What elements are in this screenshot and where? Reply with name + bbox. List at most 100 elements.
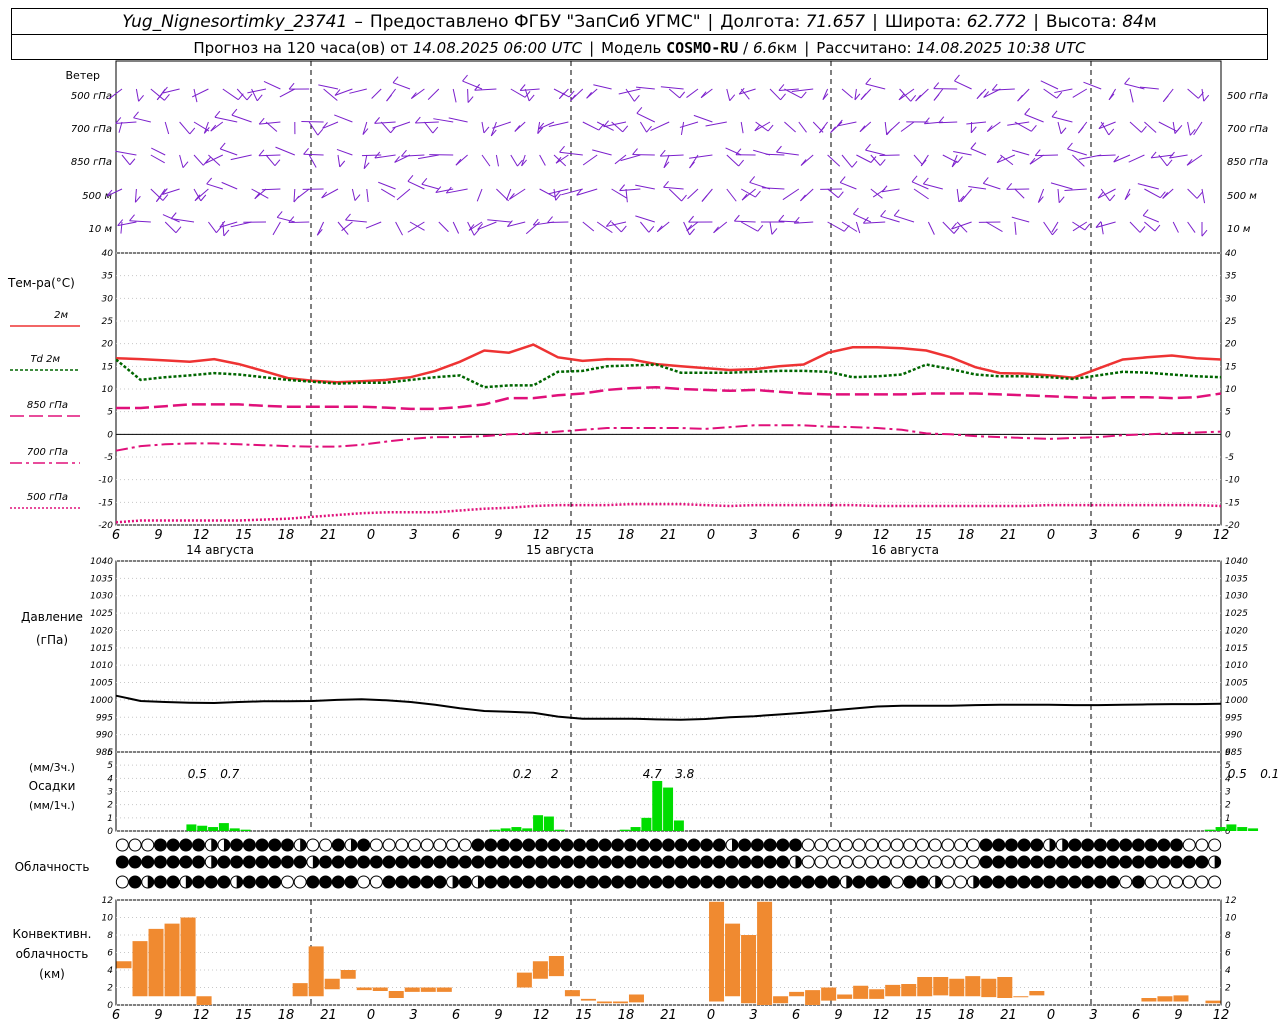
hour-tick-label: 6 [792,528,800,543]
cloud-cover-symbol [369,875,383,889]
temp-tick-label-left: -5 [104,453,113,463]
cloud-cover-symbol [1081,875,1095,889]
temp-series-line [115,358,1222,389]
wind-barb [636,112,656,123]
cloud-cover-symbol [242,838,256,852]
precip-bar [229,828,240,831]
wind-barb-feather [879,159,886,166]
cloud-cover-symbol [941,838,955,852]
cloud-cover-symbol [1068,855,1082,869]
wind-barb [1129,88,1134,103]
convective-bar [1013,996,1029,998]
cloud-cover-symbol [1182,838,1196,852]
precip-total-label: 0.7 [220,767,239,781]
wind-barb [992,88,1015,91]
convective-tick-label-left: 10 [102,914,114,924]
cloud-cover-symbol [319,855,333,869]
cloud-cover-half [935,876,942,888]
wind-barb-feather [339,160,346,168]
cloud-cover-symbol [979,855,993,869]
hour-tick-label: 18 [618,528,635,543]
wind-barb [334,114,353,123]
cloud-cover-half [185,876,192,888]
wind-barb-feather [528,94,535,102]
wind-barb [481,121,485,134]
wind-barb [193,154,204,166]
wind-barb [596,221,613,234]
wind-barb-feather [800,194,806,202]
cloud-cover-half [973,876,980,888]
wind-barb [951,154,958,168]
wind-level-label-right: 850 гПа [1227,157,1268,168]
wind-level-label-left: 10 м [89,224,113,235]
cloud-cover-symbol [928,838,942,852]
wind-barb-feather [776,145,782,153]
wind-barb-feather [976,92,983,99]
pressure-line [115,694,1222,721]
cloud-cover-symbol [522,855,536,869]
wind-barb-feather [586,91,592,99]
precip-bar [186,824,197,831]
wind-barb [582,221,595,232]
wind-level-label-left: 500 м [82,191,112,202]
wind-barb-feather [354,194,361,201]
convective-bar [725,923,741,997]
wind-barb [1064,188,1087,191]
wind-barb-feather [129,214,135,222]
wind-barb-feather [182,161,189,168]
pressure-tick-label-left: 1015 [90,644,113,654]
convective-tick-label-left: 12 [102,896,114,906]
meteogram-plot: Ветер 500 гПа 500 гПа 700 гПа 700 гПа 850 гПа… [7,60,1279,1023]
wind-barb [640,221,650,233]
wind-barb [474,88,497,91]
cloud-cover-symbol [268,855,282,869]
wind-barb [214,116,238,123]
cloud-cover-half [223,839,230,851]
wind-barb-feather [1067,142,1073,150]
cloud-cover-symbol [1068,838,1082,852]
cloud-cover-symbol [458,855,472,869]
cloud-cover-symbol [992,838,1006,852]
cloud-cover-symbol [420,838,434,852]
bottom-hour-tick-label: 18 [618,1008,635,1023]
convective-bar [821,987,837,1001]
wind-barb-feather [780,93,786,101]
day-label: 15 августа [526,543,594,557]
bottom-hour-tick-label: 12 [533,1008,550,1023]
wind-barb-feather [214,110,221,118]
convective-bar [148,928,164,997]
cloud-cover-symbol [725,875,739,889]
cloud-cover-symbol [344,875,358,889]
wind-barb [341,221,353,232]
wind-barb [133,117,151,123]
cloud-cover-half [211,839,218,851]
convective-bar [356,987,372,991]
wind-barb [259,121,281,125]
hour-tick-label: 15 [575,528,592,543]
wind-barb-feather [859,125,866,133]
bottom-hour-tick-label: 6 [1132,1008,1140,1023]
precip-bar [500,828,511,831]
cloud-cover-symbol [750,855,764,869]
cloud-cover-symbol [293,855,307,869]
wind-barb [1024,113,1044,123]
cloud-cover-symbol [1119,855,1133,869]
cloud-cover-symbol [1131,838,1145,852]
cloud-cover-symbol [1195,855,1209,869]
wind-barb [337,221,349,235]
wind-barb-feather [839,176,846,183]
cloud-cover-symbol [560,855,574,869]
cloud-cover-symbol [534,875,548,889]
wind-barb [619,188,641,192]
wind-barb-feather [911,175,918,183]
wind-barb-feather [1166,159,1173,167]
wind-barb [1100,221,1104,235]
wind-barb [510,154,518,167]
cloud-cover-symbol [801,855,815,869]
cloud-cover-symbol [128,855,142,869]
cloud-cover-symbol [331,838,345,852]
wind-barb-feather [568,90,575,98]
wind-barb [1035,154,1059,157]
cloud-cover-symbol [750,875,764,889]
cloud-cover-symbol [674,875,688,889]
